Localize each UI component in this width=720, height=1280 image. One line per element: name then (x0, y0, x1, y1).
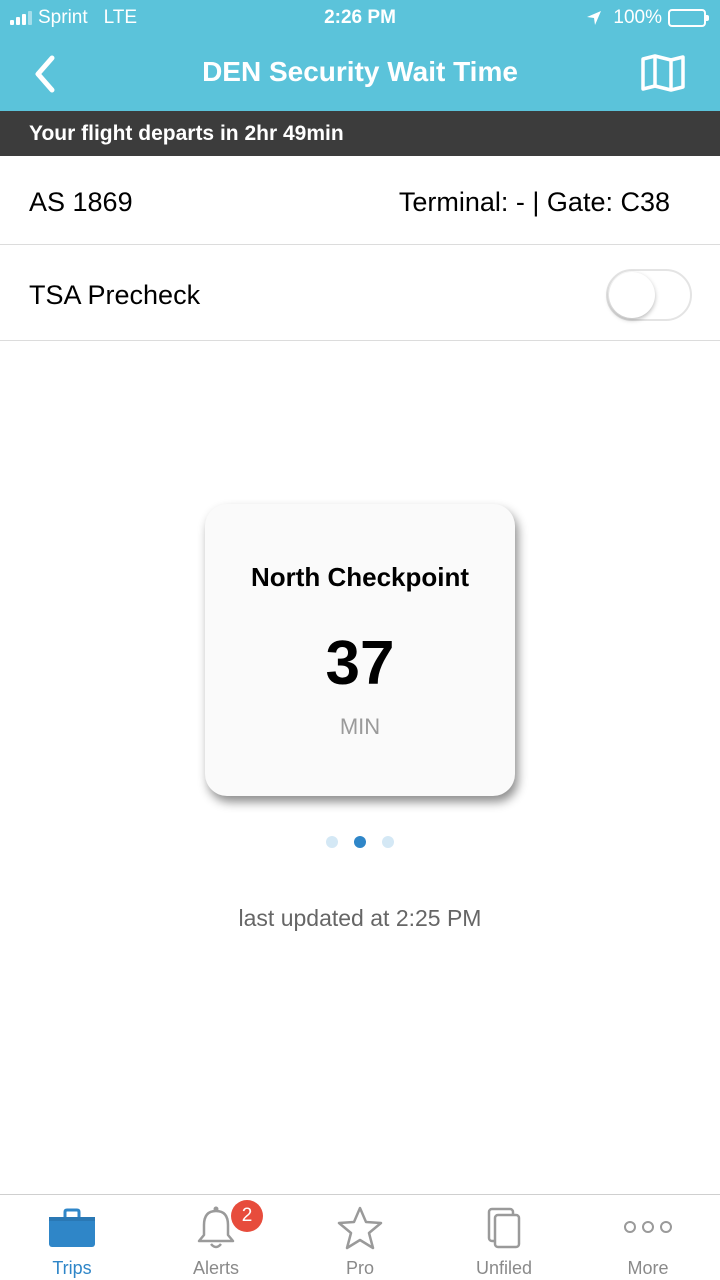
tab-label: More (627, 1258, 669, 1278)
status-right: 100% (585, 7, 709, 29)
documents-icon (487, 1207, 521, 1249)
tab-label: Unfiled (475, 1258, 533, 1278)
star-icon (337, 1206, 383, 1250)
flight-info-row: AS 1869 Terminal: - | Gate: C38 (0, 156, 720, 245)
tab-unfiled[interactable]: Unfiled (432, 1195, 576, 1280)
nav-bar: DEN Security Wait Time (0, 36, 720, 111)
tab-label: Pro (345, 1258, 374, 1278)
map-button[interactable] (640, 54, 686, 92)
map-icon (641, 54, 685, 92)
tab-more[interactable]: More (576, 1195, 720, 1280)
page-indicator (0, 836, 720, 848)
tsa-precheck-label: TSA Precheck (29, 280, 201, 310)
terminal-gate: Terminal: - | Gate: C38 (398, 187, 670, 217)
battery-icon (668, 9, 709, 27)
tab-label: Trips (52, 1258, 92, 1278)
tab-pro[interactable]: Pro (288, 1195, 432, 1280)
page-dot-active[interactable] (354, 836, 366, 848)
tsa-precheck-row: TSA Precheck (0, 245, 720, 341)
location-arrow-icon (587, 11, 602, 25)
battery-percent: 100% (613, 7, 662, 28)
departure-banner: Your flight departs in 2hr 49min (0, 111, 720, 156)
tab-trips[interactable]: Trips (0, 1195, 144, 1280)
status-bar: Sprint LTE 2:26 PM 100% (0, 0, 720, 36)
checkpoint-card[interactable]: North Checkpoint 37 MIN (205, 504, 515, 796)
more-dots-icon (624, 1221, 672, 1233)
alerts-badge: 2 (231, 1200, 263, 1232)
toggle-knob (609, 272, 655, 318)
header: Sprint LTE 2:26 PM 100% DEN Security Wai… (0, 0, 720, 111)
last-updated: last updated at 2:25 PM (238, 905, 482, 931)
wait-time-value: 37 (325, 629, 395, 698)
tab-bar: Trips 2 Alerts Pro Unfiled More (0, 1194, 720, 1280)
flight-number: AS 1869 (29, 187, 133, 217)
checkpoint-name: North Checkpoint (250, 562, 470, 592)
tab-alerts[interactable]: 2 Alerts (144, 1195, 288, 1280)
briefcase-icon (49, 1208, 95, 1247)
tsa-precheck-toggle[interactable] (606, 269, 692, 321)
wait-time-unit: MIN (339, 714, 381, 739)
tab-label: Alerts (192, 1258, 239, 1278)
page-dot[interactable] (326, 836, 338, 848)
page-title: DEN Security Wait Time (202, 56, 518, 87)
page-dot[interactable] (382, 836, 394, 848)
